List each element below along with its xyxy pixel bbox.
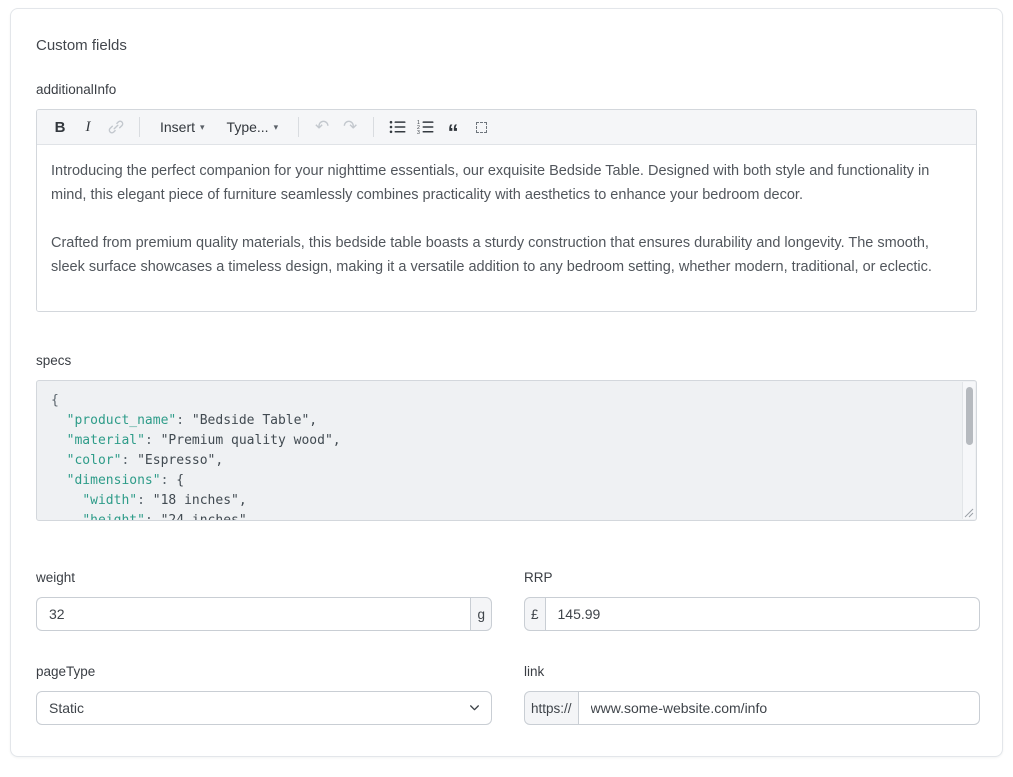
undo-button[interactable]: ↶ xyxy=(309,114,335,140)
code-line: "color": "Espresso", xyxy=(51,451,952,471)
link-input[interactable] xyxy=(579,691,980,725)
additional-info-label: additionalInfo xyxy=(36,81,977,98)
editor-paragraph: Introducing the perfect companion for yo… xyxy=(51,159,962,207)
link-icon xyxy=(108,119,124,135)
rrp-label: RRP xyxy=(524,569,980,586)
field-specs: specs { "product_name": "Bedside Table",… xyxy=(36,352,977,521)
type-dropdown-label: Type... xyxy=(227,119,269,135)
code-line: "dimensions": { xyxy=(51,471,952,491)
rrp-input[interactable] xyxy=(546,597,980,631)
numbered-list-icon: 1 2 3 xyxy=(417,119,434,135)
bold-button[interactable]: B xyxy=(47,114,73,140)
field-link: link https:// xyxy=(524,663,980,725)
resize-grip-icon[interactable] xyxy=(964,508,974,518)
specs-textarea[interactable]: { "product_name": "Bedside Table", "mate… xyxy=(36,380,977,521)
editor-paragraph: Crafted from premium quality materials, … xyxy=(51,231,962,279)
editor-content[interactable]: Introducing the perfect companion for yo… xyxy=(37,145,976,311)
link-protocol-addon: https:// xyxy=(524,691,579,725)
code-block-button[interactable] xyxy=(468,114,494,140)
code-line: "product_name": "Bedside Table", xyxy=(51,411,952,431)
field-weight: weight g xyxy=(36,569,492,631)
field-rrp: RRP £ xyxy=(524,569,980,631)
specs-scrollbar-thumb[interactable] xyxy=(966,387,973,445)
toolbar-divider xyxy=(139,117,140,137)
rrp-currency-addon: £ xyxy=(524,597,546,631)
field-additional-info: additionalInfo B I Insert xyxy=(36,81,977,312)
card-title: Custom fields xyxy=(36,37,977,55)
weight-label: weight xyxy=(36,569,492,586)
redo-button[interactable]: ↷ xyxy=(337,114,363,140)
link-label: link xyxy=(524,663,980,680)
custom-fields-card: Custom fields additionalInfo B I xyxy=(10,8,1003,757)
code-line: "width": "18 inches", xyxy=(51,491,952,511)
page-type-select[interactable]: Static xyxy=(36,691,492,725)
rich-text-editor: B I Insert ▾ Type. xyxy=(36,109,977,312)
specs-code: { "product_name": "Bedside Table", "mate… xyxy=(37,381,976,521)
numbered-list-button[interactable]: 1 2 3 xyxy=(412,114,438,140)
specs-label: specs xyxy=(36,352,977,369)
page-type-label: pageType xyxy=(36,663,492,680)
link-button[interactable] xyxy=(103,114,129,140)
redo-icon: ↷ xyxy=(343,119,357,135)
undo-icon: ↶ xyxy=(315,119,329,135)
code-line: "material": "Premium quality wood", xyxy=(51,431,952,451)
blockquote-button[interactable]: “ xyxy=(440,114,466,140)
insert-dropdown[interactable]: Insert ▾ xyxy=(156,114,209,140)
bold-icon: B xyxy=(55,119,66,136)
code-line: { xyxy=(51,391,952,411)
italic-icon: I xyxy=(86,119,91,136)
type-dropdown[interactable]: Type... ▾ xyxy=(223,114,283,140)
field-page-type: pageType Static xyxy=(36,663,492,725)
bullet-list-button[interactable] xyxy=(384,114,410,140)
caret-down-icon: ▾ xyxy=(200,123,205,132)
toolbar-divider xyxy=(298,117,299,137)
svg-text:3: 3 xyxy=(417,130,420,135)
toolbar-divider xyxy=(373,117,374,137)
editor-toolbar: B I Insert ▾ Type. xyxy=(37,110,976,145)
insert-dropdown-label: Insert xyxy=(160,119,195,135)
dashed-square-icon xyxy=(476,122,487,133)
bullet-list-icon xyxy=(389,119,406,135)
caret-down-icon: ▾ xyxy=(274,123,279,132)
weight-unit-addon: g xyxy=(470,597,492,631)
blockquote-icon: “ xyxy=(448,129,459,137)
italic-button[interactable]: I xyxy=(75,114,101,140)
weight-input[interactable] xyxy=(36,597,470,631)
fields-grid: weight g RRP £ pageType Static xyxy=(36,569,977,725)
code-line: "height": "24 inches", xyxy=(51,511,952,521)
